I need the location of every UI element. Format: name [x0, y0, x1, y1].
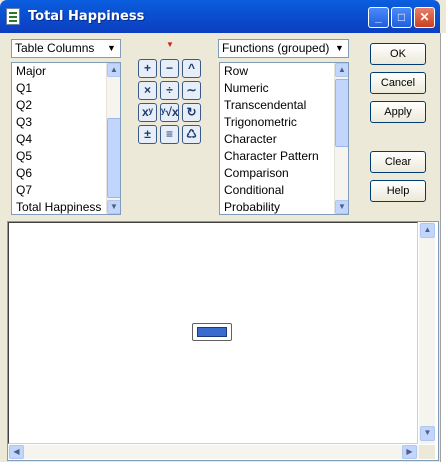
- columns-list[interactable]: Major Q1 Q2 Q3 Q4 Q5 Q6 Q7 Total Happiness ▲ ▼: [11, 62, 121, 215]
- window-title: Total Happiness: [28, 9, 145, 24]
- chevron-down-icon[interactable]: ▼: [104, 41, 119, 56]
- editor-hscroll[interactable]: ◀ ▶: [8, 445, 419, 459]
- column-list-item[interactable]: Q4: [12, 131, 120, 148]
- scroll-up-icon[interactable]: ▲: [335, 63, 348, 77]
- column-list-item[interactable]: Q3: [12, 114, 120, 131]
- scroll-down-icon[interactable]: ▼: [335, 200, 348, 214]
- title-bar[interactable]: Total Happiness _ □ ✕: [0, 0, 440, 33]
- editor-vscroll[interactable]: ▲ ▼: [419, 222, 435, 444]
- column-list-item[interactable]: Q5: [12, 148, 120, 165]
- scroll-up-icon[interactable]: ▲: [420, 223, 435, 238]
- column-list-item[interactable]: Major: [12, 63, 120, 80]
- minimize-button[interactable]: _: [368, 7, 389, 28]
- column-list-item[interactable]: Total Happiness: [12, 199, 120, 214]
- columns-combo-value: Table Columns: [15, 41, 95, 55]
- clear-button[interactable]: Clear: [370, 151, 426, 173]
- function-list-item[interactable]: Row: [220, 63, 348, 80]
- function-list-item[interactable]: Trigonometric: [220, 114, 348, 131]
- function-list-item[interactable]: Character Pattern: [220, 148, 348, 165]
- scroll-thumb[interactable]: [335, 79, 348, 147]
- divide-icon[interactable]: ÷: [160, 81, 179, 100]
- assign-icon[interactable]: ≡: [160, 125, 179, 144]
- recycle-icon[interactable]: ♺: [182, 125, 201, 144]
- functions-combo-value: Functions (grouped): [222, 41, 330, 55]
- formula-canvas[interactable]: [8, 222, 418, 444]
- cancel-button[interactable]: Cancel: [370, 72, 426, 94]
- column-list-item[interactable]: Q6: [12, 165, 120, 182]
- apply-button[interactable]: Apply: [370, 101, 426, 123]
- scroll-right-icon[interactable]: ▶: [402, 445, 417, 459]
- plus-minus-icon[interactable]: ±: [138, 125, 157, 144]
- formula-placeholder[interactable]: [192, 323, 232, 341]
- multiply-icon[interactable]: ×: [138, 81, 157, 100]
- swap-icon[interactable]: ↻: [182, 103, 201, 122]
- add-icon[interactable]: +: [138, 59, 157, 78]
- scroll-left-icon[interactable]: ◀: [9, 445, 24, 459]
- ok-button[interactable]: OK: [370, 43, 426, 65]
- size-grip: [419, 445, 435, 459]
- scroll-down-icon[interactable]: ▼: [107, 200, 120, 214]
- functions-combo[interactable]: Functions (grouped) ▼: [218, 39, 349, 58]
- chevron-down-icon[interactable]: ▼: [332, 41, 347, 56]
- scroll-up-icon[interactable]: ▲: [107, 63, 120, 77]
- selected-term-box: [197, 327, 227, 337]
- column-list-item[interactable]: Q1: [12, 80, 120, 97]
- help-button[interactable]: Help: [370, 180, 426, 202]
- function-list-item[interactable]: Numeric: [220, 80, 348, 97]
- scroll-down-icon[interactable]: ▼: [420, 426, 435, 441]
- column-list-item[interactable]: Q2: [12, 97, 120, 114]
- operator-keypad: + − ^ × ÷ ∼ xʸ ʸ√x ↻ ± ≡ ♺: [138, 59, 202, 144]
- maximize-button[interactable]: □: [391, 7, 412, 28]
- functions-list-scrollbar[interactable]: ▲ ▼: [334, 63, 348, 214]
- exponent-icon[interactable]: xʸ: [138, 103, 157, 122]
- function-list-item[interactable]: Conditional: [220, 182, 348, 199]
- functions-list[interactable]: Row Numeric Transcendental Trigonometric Cha…: [219, 62, 349, 215]
- columns-combo[interactable]: Table Columns ▼: [11, 39, 121, 58]
- background-window-edge: [440, 33, 446, 462]
- function-list-item[interactable]: Comparison: [220, 165, 348, 182]
- close-button[interactable]: ✕: [414, 7, 435, 28]
- power-up-icon[interactable]: ^: [182, 59, 201, 78]
- scroll-thumb[interactable]: [107, 118, 120, 198]
- subtract-icon[interactable]: −: [160, 59, 179, 78]
- formula-editor[interactable]: ▲ ▼ ◀ ▶: [7, 221, 439, 461]
- columns-list-scrollbar[interactable]: ▲ ▼: [106, 63, 120, 214]
- negate-icon[interactable]: ∼: [182, 81, 201, 100]
- function-list-item[interactable]: Probability: [220, 199, 348, 214]
- column-list-item[interactable]: Q7: [12, 182, 120, 199]
- app-icon: [6, 8, 20, 25]
- insert-menu-icon[interactable]: ▼: [164, 40, 176, 50]
- function-list-item[interactable]: Character: [220, 131, 348, 148]
- root-icon[interactable]: ʸ√x: [160, 103, 179, 122]
- function-list-item[interactable]: Transcendental: [220, 97, 348, 114]
